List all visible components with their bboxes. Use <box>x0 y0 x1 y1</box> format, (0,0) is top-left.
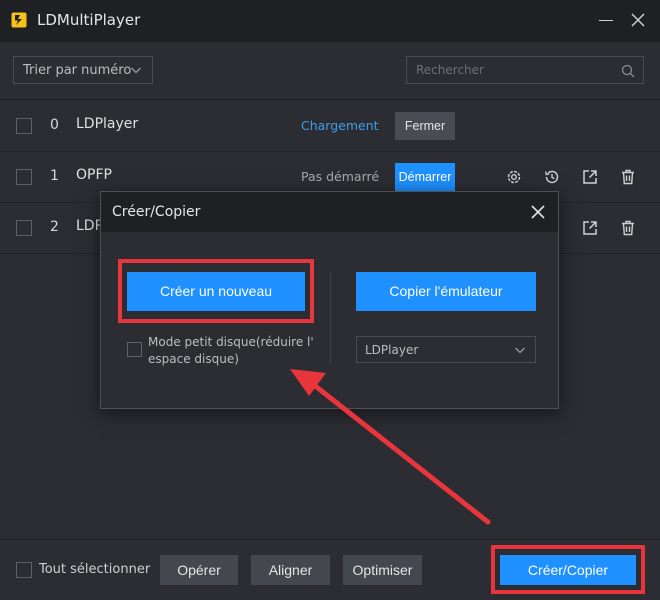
sort-dropdown-label: Trier par numéro <box>23 63 132 78</box>
copy-emulator-button[interactable]: Copier l'émulateur <box>356 272 536 311</box>
divider <box>330 272 331 364</box>
trash-icon[interactable] <box>619 219 637 237</box>
instance-name: LDPlayer <box>76 116 139 132</box>
instance-index: 2 <box>50 219 59 235</box>
instance-status: Pas démarré <box>301 169 380 184</box>
chevron-down-icon <box>131 67 141 74</box>
minimize-icon[interactable] <box>596 10 616 30</box>
operate-button[interactable]: Opérer <box>160 555 238 585</box>
search-input[interactable] <box>407 57 617 83</box>
create-copy-button[interactable]: Créer/Copier <box>500 555 636 585</box>
instance-name: LDP <box>76 218 104 234</box>
instance-row: 0 LDPlayer Chargement Fermer <box>0 101 660 152</box>
app-title: LDMultiPlayer <box>37 11 141 29</box>
copy-source-dropdown[interactable]: LDPlayer <box>356 336 536 363</box>
gear-icon[interactable] <box>505 168 523 186</box>
shortcut-icon[interactable] <box>581 168 599 186</box>
app-logo-icon <box>11 12 27 28</box>
dialog-header: Créer/Copier <box>101 192 558 232</box>
small-disk-label: Mode petit disque(réduire l' espace disq… <box>148 334 316 368</box>
shortcut-icon[interactable] <box>581 219 599 237</box>
row-checkbox[interactable] <box>16 220 32 236</box>
search-box <box>406 56 644 84</box>
row-checkbox[interactable] <box>16 169 32 185</box>
bottom-bar: Tout sélectionner Opérer Aligner Optimis… <box>0 539 660 600</box>
create-copy-dialog: Créer/Copier Créer un nouveau Mode petit… <box>100 191 559 409</box>
small-disk-label-line1: Mode petit disque(réduire l' <box>148 335 314 349</box>
close-window-icon[interactable] <box>628 10 648 30</box>
small-disk-label-line2: espace disque) <box>148 352 239 366</box>
copy-source-value: LDPlayer <box>365 343 419 357</box>
small-disk-checkbox[interactable] <box>127 342 142 357</box>
close-icon[interactable] <box>529 203 547 221</box>
optimize-button[interactable]: Optimiser <box>343 555 422 585</box>
history-icon[interactable] <box>543 168 561 186</box>
align-button[interactable]: Aligner <box>251 555 330 585</box>
chevron-down-icon <box>515 347 525 354</box>
close-instance-button[interactable]: Fermer <box>395 112 455 140</box>
instance-index: 0 <box>50 117 59 133</box>
dialog-title: Créer/Copier <box>112 204 201 220</box>
search-icon[interactable] <box>621 64 635 78</box>
instance-status: Chargement <box>301 118 379 133</box>
title-bar: LDMultiPlayer <box>0 0 660 42</box>
instance-name: OPFP <box>76 167 112 183</box>
sort-dropdown[interactable]: Trier par numéro <box>13 56 153 84</box>
select-all-checkbox[interactable] <box>16 562 32 578</box>
start-instance-button[interactable]: Démarrer <box>395 163 455 191</box>
row-checkbox[interactable] <box>16 118 32 134</box>
toolbar: Trier par numéro <box>0 42 660 100</box>
create-new-button[interactable]: Créer un nouveau <box>127 272 305 311</box>
instance-index: 1 <box>50 168 59 184</box>
trash-icon[interactable] <box>619 168 637 186</box>
select-all-label: Tout sélectionner <box>39 562 151 577</box>
